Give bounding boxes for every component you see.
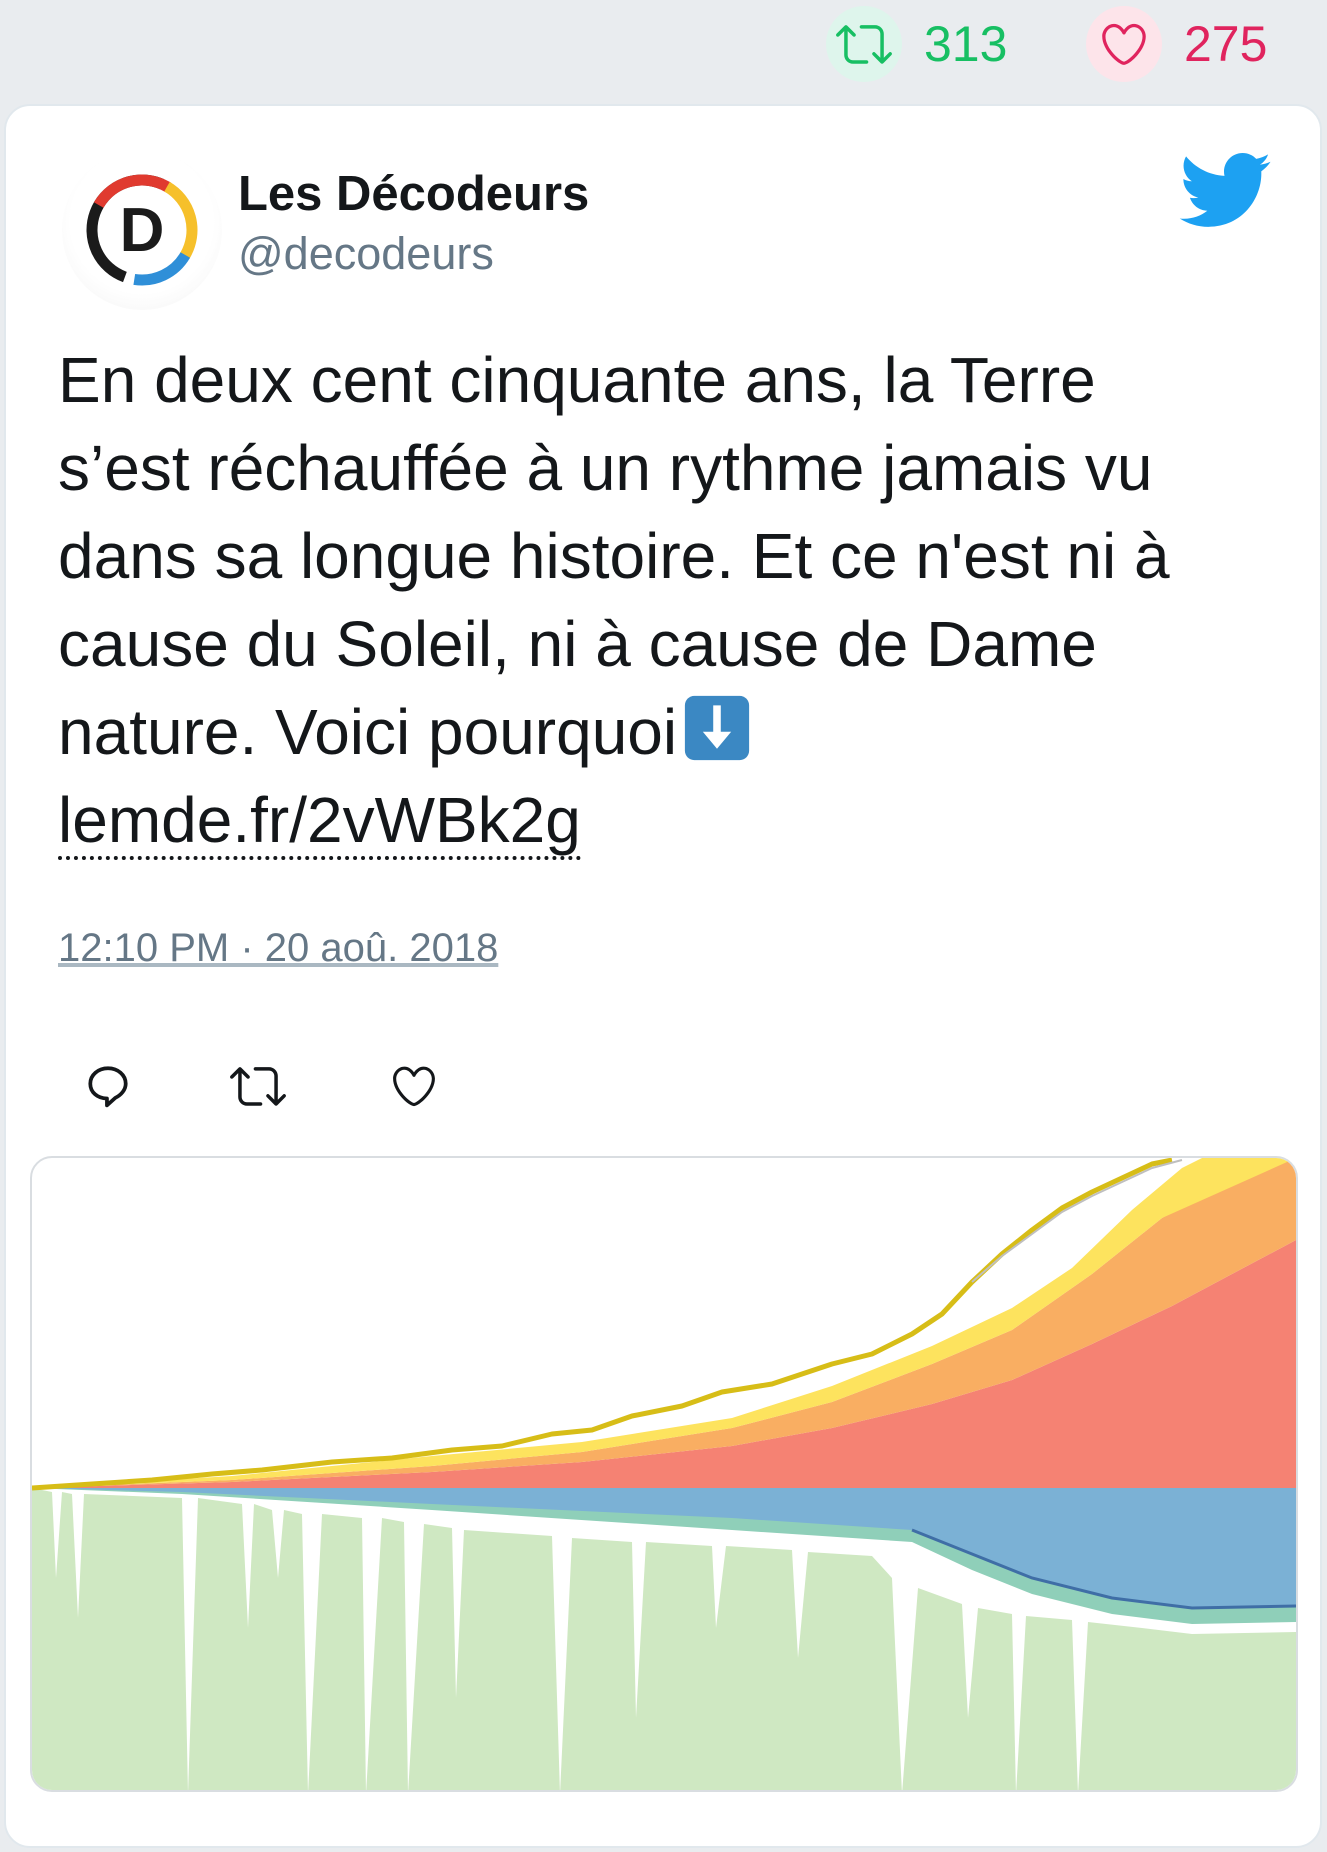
heart-icon [393,1066,435,1107]
reply-button[interactable] [78,1056,138,1116]
retweet-button[interactable] [228,1056,288,1116]
like-count: 275 [1184,16,1268,72]
tweet-text-line-with-emoji: nature. Voici pourquoi [58,688,1278,776]
twitter-bird-icon[interactable] [1176,150,1272,230]
tweet-link[interactable]: lemde.fr/2vWBk2g [58,784,581,860]
retweet-icon [826,6,902,82]
tweet-text-line: nature. Voici pourquoi [58,696,678,768]
tweet-text-line: dans sa longue histoire. Et ce n'est ni … [58,520,1170,592]
tweet-text-line: cause du Soleil, ni à cause de Dame [58,608,1097,680]
tweet-stats-bar: 313 275 [0,0,1327,100]
decodeurs-logo: D [86,174,198,286]
retweet-stat[interactable]: 313 [826,4,1007,84]
media-chart-image[interactable] [30,1156,1298,1792]
tweet-card[interactable]: D Les Décodeurs @decodeurs En deux cent … [4,104,1322,1848]
svg-text:D: D [120,196,165,265]
retweet-count: 313 [924,16,1008,72]
tweet-text-line: En deux cent cinquante ans, la Terre [58,344,1096,416]
avatar[interactable]: D [62,150,222,310]
author-handle[interactable]: @decodeurs [238,228,494,280]
like-stat[interactable]: 275 [1086,4,1267,84]
tweet-text-line: s’est réchauffée à un rythme jamais vu [58,432,1153,504]
tweet-timestamp[interactable]: 12:10 PM · 20 aoû. 2018 [58,926,498,971]
author-name[interactable]: Les Décodeurs [238,166,589,222]
down-arrow-emoji [684,695,750,761]
reply-icon [88,1066,128,1108]
warming-streamgraph [32,1158,1296,1790]
tweet-text: En deux cent cinquante ans, la Terre s’e… [58,336,1278,864]
heart-icon [1086,6,1162,82]
like-button[interactable] [384,1056,444,1116]
retweet-icon [230,1067,286,1106]
tweet-link-line: lemde.fr/2vWBk2g [58,776,1278,864]
